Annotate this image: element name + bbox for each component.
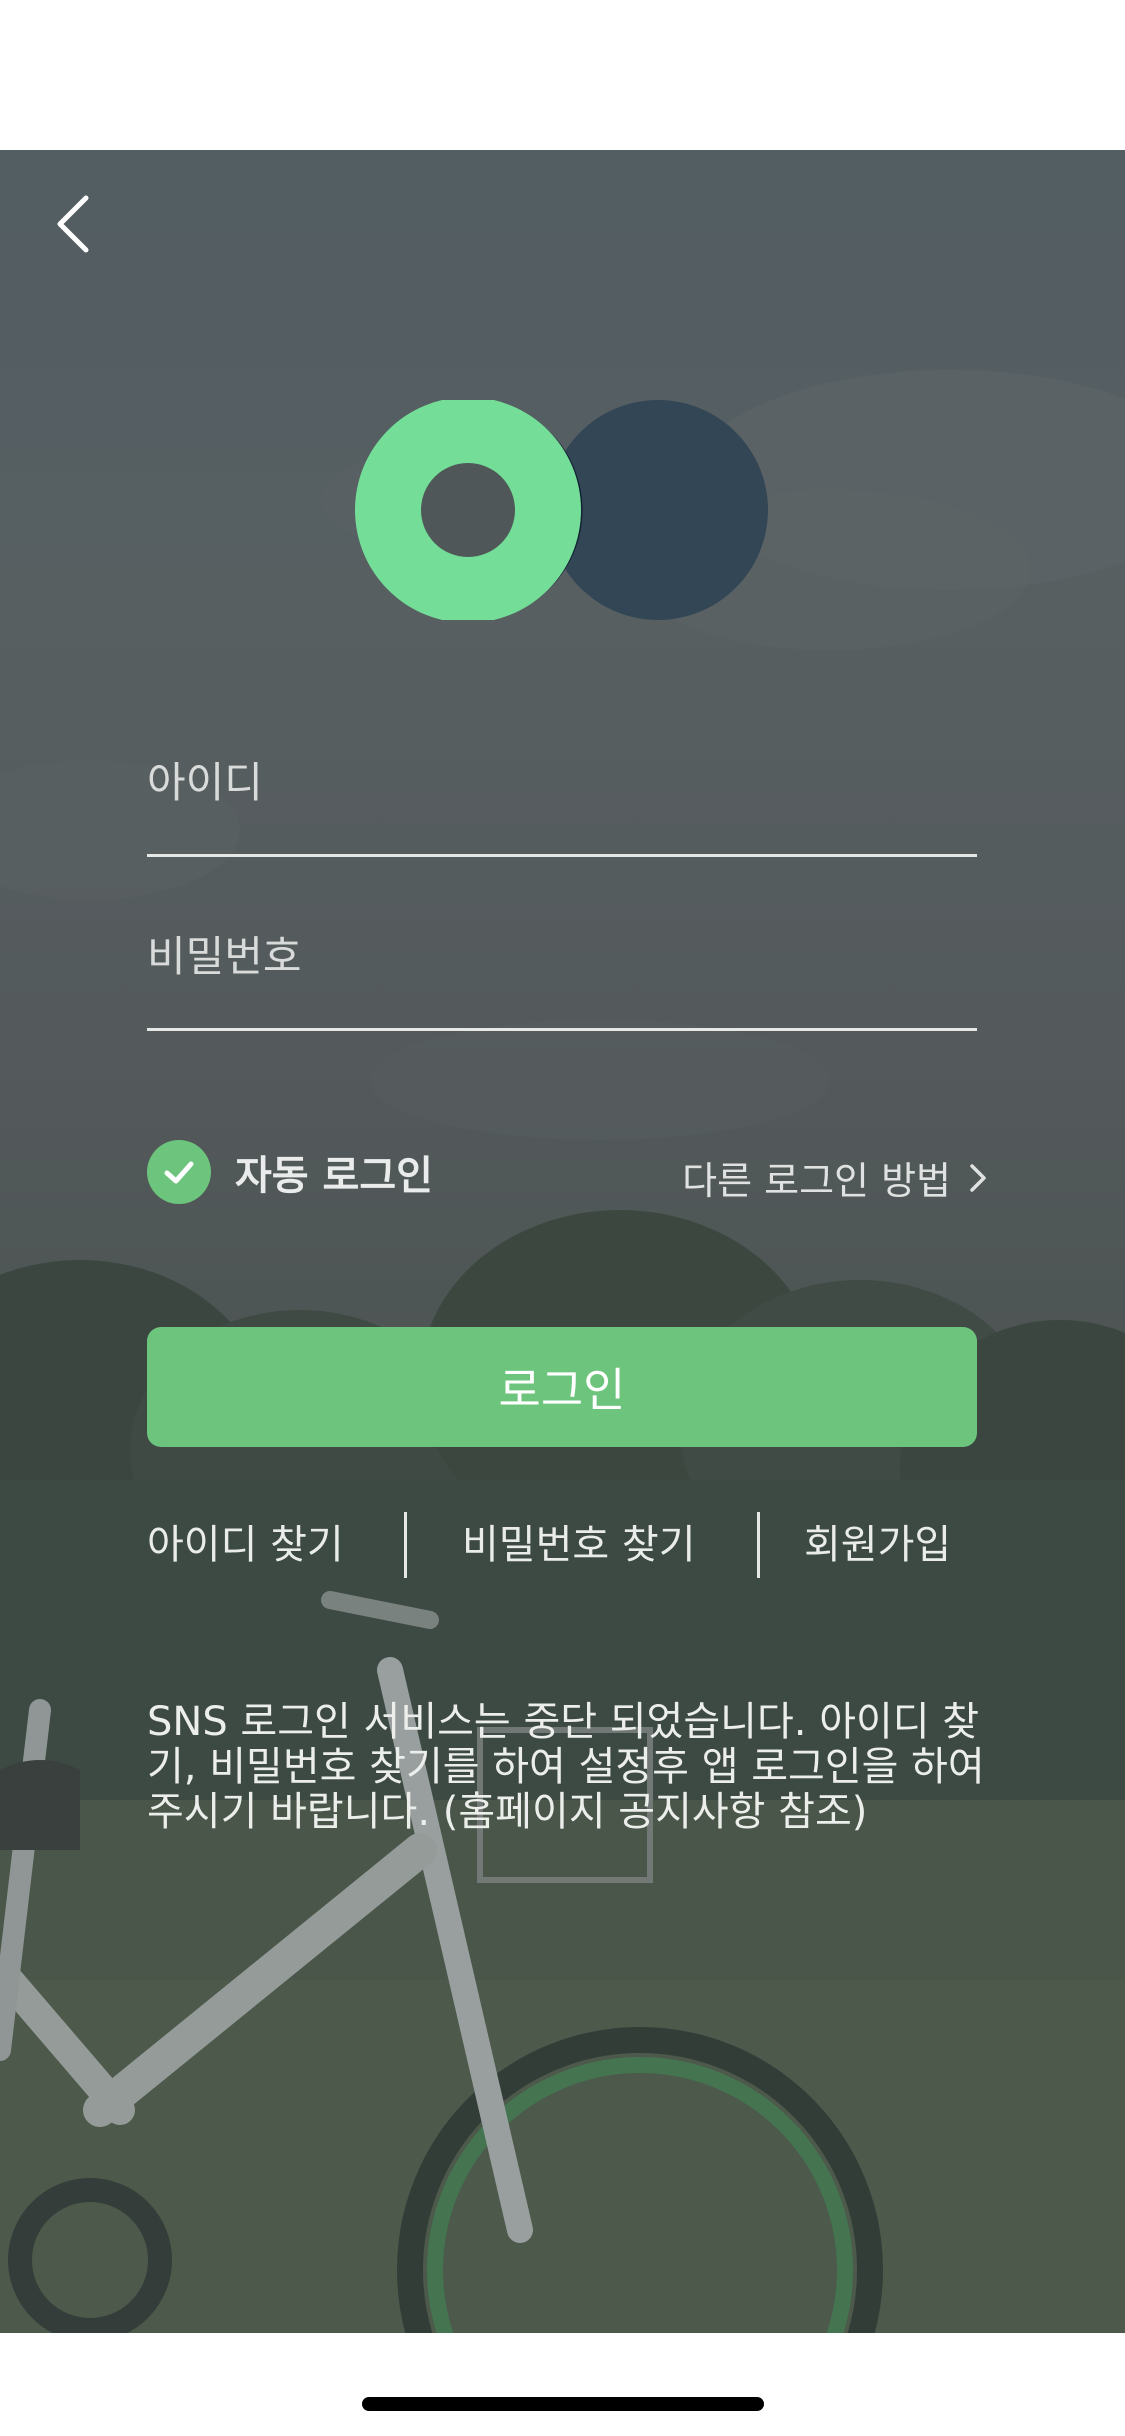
sns-notice: SNS 로그인 서비스는 중단 되었습니다. 아이디 찾 기, 비밀번호 찾기를… bbox=[147, 1700, 987, 1835]
account-links: 아이디 찾기 비밀번호 찾기 회원가입 bbox=[147, 1510, 977, 1580]
auto-login-toggle[interactable]: 자동 로그인 bbox=[147, 1140, 433, 1204]
other-login-label: 다른 로그인 방법 bbox=[682, 1159, 951, 1203]
other-login-link[interactable]: 다른 로그인 방법 bbox=[682, 1150, 989, 1205]
chevron-right-icon bbox=[970, 1163, 986, 1192]
back-chevron-icon bbox=[57, 195, 89, 253]
link-divider bbox=[404, 1512, 407, 1578]
checkmark-icon bbox=[164, 1161, 194, 1184]
back-button[interactable] bbox=[52, 190, 112, 260]
password-field[interactable] bbox=[147, 899, 977, 1031]
find-id-link[interactable]: 아이디 찾기 bbox=[147, 1510, 344, 1580]
login-screen: 자동 로그인 다른 로그인 방법 로그인 아이디 찾기 비밀번호 찾기 회원가입… bbox=[0, 0, 1125, 2436]
bottom-bar bbox=[0, 2333, 1125, 2436]
login-button[interactable]: 로그인 bbox=[147, 1327, 977, 1447]
signup-link[interactable]: 회원가입 bbox=[804, 1510, 951, 1580]
auto-login-label: 자동 로그인 bbox=[235, 1153, 433, 1199]
notice-line: SNS 로그인 서비스는 중단 되었습니다. 아이디 찾 bbox=[147, 1699, 980, 1745]
id-field[interactable] bbox=[147, 725, 977, 857]
link-divider bbox=[757, 1512, 760, 1578]
notice-line: 기, 비밀번호 찾기를 하여 설정후 앱 로그인을 하여 bbox=[147, 1744, 985, 1790]
password-input[interactable] bbox=[147, 921, 977, 991]
status-bar bbox=[0, 0, 1125, 150]
notice-line: 주시기 바랍니다. (홈페이지 공지사항 참조) bbox=[147, 1789, 868, 1835]
app-logo bbox=[355, 400, 768, 620]
id-input[interactable] bbox=[147, 747, 977, 817]
auto-login-checkbox[interactable] bbox=[147, 1140, 211, 1204]
home-indicator bbox=[362, 2397, 764, 2411]
find-password-link[interactable]: 비밀번호 찾기 bbox=[462, 1510, 696, 1580]
